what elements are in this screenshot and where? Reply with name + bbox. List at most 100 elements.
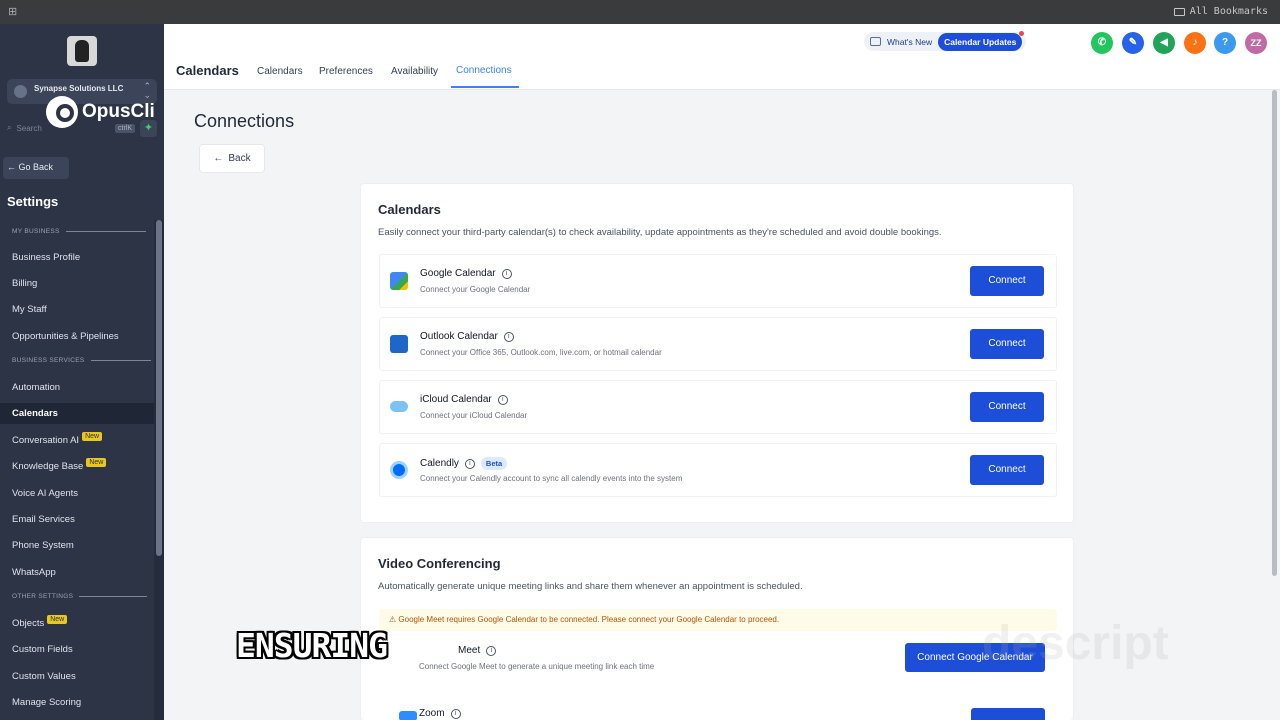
- calendly-description: Connect your Calendly account to sync al…: [420, 474, 683, 483]
- active-tab-indicator: [451, 86, 519, 88]
- meet-name-label: Meet: [458, 645, 481, 656]
- building-icon: [14, 85, 27, 98]
- announcement-icon: [870, 37, 881, 46]
- phone-icon[interactable]: ✆: [1091, 32, 1113, 54]
- sidebar-item-email-services[interactable]: Email Services: [12, 514, 75, 525]
- info-icon[interactable]: i: [486, 645, 497, 656]
- help-icon[interactable]: ?: [1214, 32, 1236, 54]
- video-conferencing-card: Video Conferencing Automatically generat…: [360, 537, 1074, 720]
- page-scroll-thumb[interactable]: [1272, 90, 1277, 576]
- search-icon: ⌕: [7, 123, 12, 132]
- tab-availability[interactable]: Availability: [391, 66, 438, 77]
- calendar-updates-button[interactable]: Calendar Updates: [938, 30, 1025, 51]
- descript-watermark: descript: [982, 617, 1169, 670]
- google-calendar-icon: [390, 272, 408, 290]
- section-other-settings: OTHER SETTINGS: [12, 593, 148, 600]
- sidebar-item-automation[interactable]: Automation: [12, 382, 60, 393]
- sidebar-item-calendars[interactable]: Calendars: [0, 403, 154, 424]
- apps-grid-icon[interactable]: ⊞: [8, 5, 20, 18]
- outlook-calendar-description: Connect your Office 365, Outlook.com, li…: [420, 348, 662, 357]
- connect-zoom-button[interactable]: [971, 708, 1045, 720]
- outlook-icon: [390, 335, 408, 353]
- calendars-card-description: Easily connect your third-party calendar…: [378, 227, 942, 238]
- connect-outlook-button[interactable]: Connect: [970, 329, 1044, 359]
- info-icon[interactable]: i: [501, 268, 512, 279]
- calendars-card: Calendars Easily connect your third-part…: [360, 183, 1074, 523]
- section-business-services: BUSINESS SERVICES: [12, 357, 151, 364]
- section-label: OTHER SETTINGS: [12, 593, 74, 600]
- calendars-card-title: Calendars: [378, 202, 441, 217]
- sidebar: Synapse Solutions LLC ⌃ ⌄ ⌕ Search ctrlK …: [0, 24, 164, 720]
- sidebar-item-conversation-ai[interactable]: Conversation AI New: [12, 432, 103, 446]
- zoom-name: Zoom i: [419, 708, 461, 719]
- outlook-calendar-name: Outlook Calendar: [420, 331, 498, 342]
- item-label: Conversation AI: [12, 435, 80, 446]
- magic-wand-icon[interactable]: ✎: [1122, 32, 1144, 54]
- whats-new-label: What's New: [887, 36, 933, 47]
- sidebar-item-my-staff[interactable]: My Staff: [12, 304, 47, 315]
- new-badge: New: [47, 615, 68, 624]
- company-logo: [67, 36, 97, 66]
- sidebar-item-whatsapp[interactable]: WhatsApp: [12, 567, 56, 578]
- bell-icon[interactable]: ♪: [1184, 32, 1206, 54]
- sidebar-item-objects[interactable]: Objects New: [12, 615, 68, 629]
- sidebar-item-custom-fields[interactable]: Custom Fields: [12, 644, 73, 655]
- settings-title: Settings: [7, 194, 59, 209]
- sidebar-item-billing[interactable]: Billing: [12, 278, 37, 289]
- icloud-icon: [390, 401, 408, 412]
- back-label: Back: [228, 153, 251, 164]
- section-title: Calendars: [176, 63, 239, 78]
- info-icon[interactable]: i: [450, 708, 461, 719]
- whats-new-widget[interactable]: What's New Calendar Updates: [864, 30, 1027, 51]
- connect-calendly-button[interactable]: Connect: [970, 455, 1044, 485]
- calendar-updates-label: Calendar Updates: [944, 36, 1017, 47]
- sidebar-item-business-profile[interactable]: Business Profile: [12, 252, 80, 263]
- sidebar-item-custom-values[interactable]: Custom Values: [12, 671, 76, 682]
- sidebar-scrollbar[interactable]: [156, 220, 162, 556]
- google-meet-warning: ⚠ Google Meet requires Google Calendar t…: [379, 609, 1057, 631]
- connect-google-button[interactable]: Connect: [970, 266, 1044, 296]
- row-name: Outlook Calendar i: [420, 331, 514, 342]
- google-calendar-name: Google Calendar: [420, 268, 496, 279]
- back-button[interactable]: ← Back: [199, 144, 265, 173]
- icloud-calendar-name: iCloud Calendar: [420, 394, 492, 405]
- megaphone-icon[interactable]: ◀: [1153, 32, 1175, 54]
- sidebar-item-opportunities[interactable]: Opportunities & Pipelines: [12, 331, 119, 342]
- info-icon[interactable]: i: [503, 331, 514, 342]
- new-badge: New: [82, 432, 103, 441]
- account-name: Synapse Solutions LLC: [34, 84, 124, 93]
- zoom-name-label: Zoom: [419, 708, 445, 719]
- tab-preferences[interactable]: Preferences: [319, 66, 373, 77]
- tab-calendars[interactable]: Calendars: [257, 66, 303, 77]
- tab-connections[interactable]: Connections: [456, 65, 512, 76]
- arrow-left-icon: ←: [213, 153, 224, 164]
- info-icon[interactable]: i: [464, 458, 475, 469]
- icloud-calendar-description: Connect your iCloud Calendar: [420, 411, 528, 420]
- outlook-calendar-row: Outlook Calendar i Connect your Office 36…: [379, 317, 1057, 371]
- all-bookmarks[interactable]: All Bookmarks: [1173, 6, 1268, 17]
- go-back-label: Go Back: [18, 162, 54, 172]
- page-scrollbar[interactable]: [1270, 90, 1278, 720]
- section-label: BUSINESS SERVICES: [12, 357, 85, 364]
- bookmarks-label: All Bookmarks: [1189, 6, 1268, 17]
- opus-overlay-logo: OpusCli: [46, 96, 155, 128]
- icloud-calendar-row: iCloud Calendar i Connect your iCloud Cal…: [379, 380, 1057, 434]
- zoom-icon: [399, 711, 417, 720]
- info-icon[interactable]: i: [497, 394, 508, 405]
- item-label: Knowledge Base: [12, 461, 84, 472]
- sidebar-item-knowledge-base[interactable]: Knowledge Base New: [12, 458, 107, 472]
- folder-icon: [1173, 7, 1185, 16]
- sidebar-item-phone-system[interactable]: Phone System: [12, 540, 74, 551]
- google-calendar-row: Google Calendar i Connect your Google Cal…: [379, 254, 1057, 308]
- connect-icloud-button[interactable]: Connect: [970, 392, 1044, 422]
- video-caption: ENSURING: [236, 626, 388, 665]
- go-back-button[interactable]: ← Go Back: [3, 157, 69, 179]
- calendly-icon: [390, 461, 408, 479]
- notification-dot: [1019, 30, 1025, 36]
- sidebar-item-manage-scoring[interactable]: Manage Scoring: [12, 697, 81, 708]
- calendly-name: Calendly: [420, 458, 459, 469]
- user-avatar[interactable]: ZZ: [1245, 32, 1267, 54]
- video-card-description: Automatically generate unique meeting li…: [378, 581, 803, 592]
- sidebar-item-voice-ai-agents[interactable]: Voice AI Agents: [12, 488, 78, 499]
- video-card-title: Video Conferencing: [378, 556, 501, 571]
